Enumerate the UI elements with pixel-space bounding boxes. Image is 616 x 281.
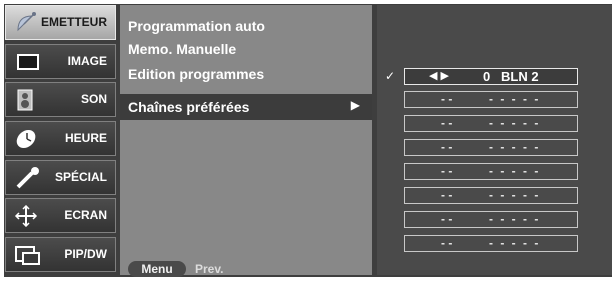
check-icon: ✓ (385, 69, 396, 83)
menu-item-chaines-preferees[interactable]: Chaînes préférées ▶ (120, 94, 372, 120)
sidebar-item-pip[interactable]: PIP/DW (5, 237, 116, 272)
favorite-number: - - (441, 188, 453, 202)
favorite-row-selected[interactable]: ◀ ▶ 0 BLN 2 (404, 68, 578, 85)
sidebar-item-label: PIP/DW (64, 247, 107, 261)
menu-button[interactable]: Menu (128, 261, 186, 277)
favorite-row[interactable]: - - - - - - - (404, 91, 578, 108)
speaker-icon (17, 89, 33, 111)
menu-item-label: Chaînes préférées (128, 99, 250, 115)
monitor-icon (17, 54, 39, 70)
favorite-name: - - - - - (489, 212, 541, 226)
favorite-number: - - (441, 92, 453, 106)
sidebar-item-label: ECRAN (64, 208, 107, 222)
sidebar-item-emetteur[interactable]: EMETTEUR (5, 5, 116, 40)
wrench-icon (16, 167, 39, 189)
favorite-name: - - - - - (489, 188, 541, 202)
favorite-name: - - - - - (489, 164, 541, 178)
sidebar-item-label: EMETTEUR (41, 15, 107, 29)
menu-item-memo-manuelle[interactable]: Memo. Manuelle (128, 39, 236, 59)
clock-icon (16, 130, 36, 148)
screen-adjust-icon (14, 205, 38, 227)
favorite-number: - - (441, 236, 453, 250)
sidebar-item-special[interactable]: SPÉCIAL (5, 160, 116, 195)
favorite-row[interactable]: - - - - - - - (404, 139, 578, 156)
favorite-number: - - (441, 140, 453, 154)
favorite-number: - - (441, 212, 453, 226)
favorite-number: - - (441, 116, 453, 130)
sidebar-item-ecran[interactable]: ECRAN (5, 198, 116, 233)
menu-panel: Programmation auto Memo. Manuelle Editio… (120, 5, 372, 277)
menu-item-edition-programmes[interactable]: Edition programmes (128, 64, 264, 84)
favorite-row[interactable]: - - - - - - - (404, 211, 578, 228)
menu-footer: Menu Prev. (120, 259, 372, 277)
satellite-dish-icon (17, 12, 36, 32)
favorite-number: 0 (483, 69, 491, 84)
sidebar-item-son[interactable]: SON (5, 82, 116, 117)
sidebar-item-heure[interactable]: HEURE (5, 121, 116, 156)
favorite-row[interactable]: - - - - - - - (404, 187, 578, 204)
favorites-panel: ✓ ◀ ▶ 0 BLN 2 - - - - - - - - - - - - - … (377, 5, 612, 275)
menu-item-programmation-auto[interactable]: Programmation auto (128, 16, 265, 36)
favorite-row[interactable]: - - - - - - - (404, 115, 578, 132)
sidebar-item-label: IMAGE (67, 54, 107, 68)
sidebar-item-label: SPÉCIAL (54, 170, 107, 184)
favorite-number: - - (441, 164, 453, 178)
favorite-name: - - - - - (489, 116, 541, 130)
favorite-name: - - - - - (489, 92, 541, 106)
favorite-row[interactable]: - - - - - - - (404, 235, 578, 252)
pip-icon (15, 246, 40, 265)
sidebar: EMETTEUR IMAGE SON HEURE SPÉCIAL ECRAN P… (5, 5, 116, 275)
left-right-arrows-icon[interactable]: ◀ ▶ (429, 69, 449, 84)
favorite-name: BLN 2 (501, 69, 539, 84)
sidebar-item-label: SON (80, 92, 107, 106)
favorite-name: - - - - - (489, 140, 541, 154)
favorite-row[interactable]: - - - - - - - (404, 163, 578, 180)
sidebar-item-image[interactable]: IMAGE (5, 44, 116, 79)
submenu-arrow-icon: ▶ (350, 98, 360, 112)
prev-label: Prev. (195, 262, 224, 276)
favorite-name: - - - - - (489, 236, 541, 250)
sidebar-item-label: HEURE (64, 131, 107, 145)
